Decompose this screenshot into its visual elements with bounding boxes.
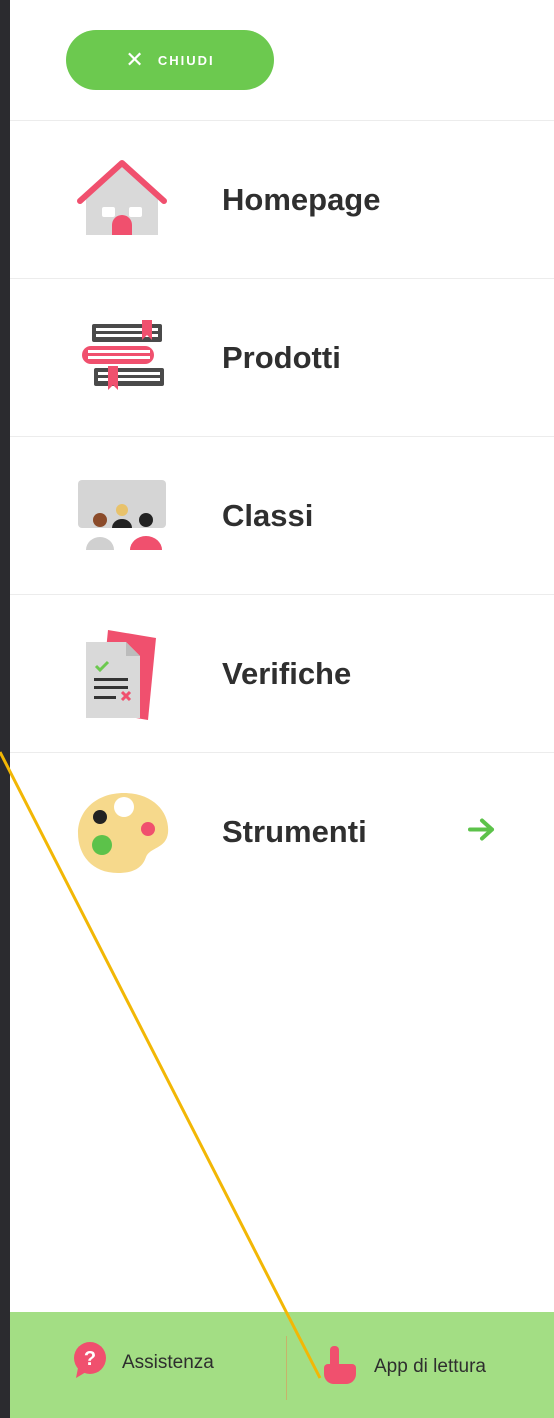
svg-text:?: ? bbox=[84, 1348, 96, 1370]
question-icon: ? bbox=[72, 1340, 108, 1385]
books-icon bbox=[72, 308, 172, 408]
pointer-hand-icon bbox=[320, 1342, 360, 1391]
reading-app-link[interactable]: App di lettura bbox=[320, 1342, 486, 1391]
close-button[interactable]: ✕ CHIUDI bbox=[66, 30, 274, 90]
reading-app-label: App di lettura bbox=[374, 1355, 486, 1377]
menu-item-label: Classi bbox=[222, 497, 314, 533]
menu-item-label: Homepage bbox=[222, 181, 381, 217]
footer-bar: ? Assistenza App di lettura bbox=[10, 1312, 554, 1418]
menu-item-label: Verifiche bbox=[222, 655, 352, 691]
footer-divider bbox=[286, 1336, 287, 1400]
assistance-link[interactable]: ? Assistenza bbox=[72, 1340, 214, 1385]
menu-item-label: Strumenti bbox=[222, 813, 367, 849]
menu-item-classi[interactable]: Classi bbox=[10, 436, 554, 594]
close-icon: ✕ bbox=[125, 47, 144, 72]
menu-item-verifiche[interactable]: Verifiche bbox=[10, 594, 554, 752]
menu-item-prodotti[interactable]: Prodotti bbox=[10, 278, 554, 436]
classroom-icon bbox=[72, 466, 172, 566]
navigation-panel: ✕ CHIUDI Homepage Prodotti Classi Verifi… bbox=[10, 0, 554, 1418]
close-button-label: CHIUDI bbox=[157, 52, 215, 68]
assistance-label: Assistenza bbox=[122, 1351, 214, 1373]
house-icon bbox=[72, 150, 172, 250]
palette-icon bbox=[72, 782, 172, 882]
menu-item-strumenti[interactable]: Strumenti bbox=[10, 752, 554, 910]
arrow-right-icon[interactable] bbox=[468, 817, 496, 846]
test-document-icon bbox=[72, 624, 172, 724]
menu-item-label: Prodotti bbox=[222, 339, 341, 375]
main-menu: Homepage Prodotti Classi Verifiche Strum… bbox=[10, 120, 554, 910]
menu-item-homepage[interactable]: Homepage bbox=[10, 120, 554, 278]
